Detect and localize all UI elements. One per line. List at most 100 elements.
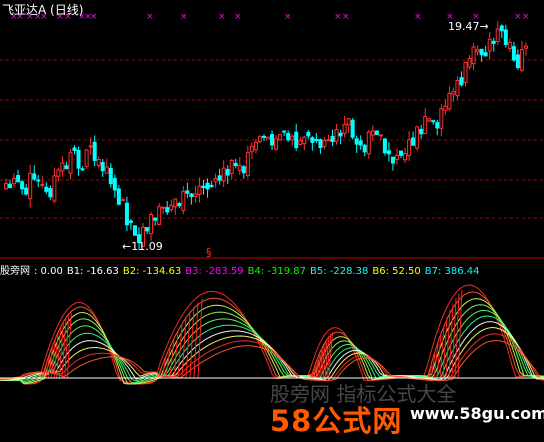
candle-body <box>12 177 17 185</box>
candle-body <box>523 45 528 49</box>
indicator-b6: B6: 52.50 <box>372 266 421 277</box>
candle-body <box>161 206 166 209</box>
candle-body <box>491 40 496 44</box>
signal-marker: × <box>90 12 98 22</box>
chart-canvas[interactable]: ×× × ×× × × ××× × × × × × × × × × × × × ←11.0919.47→§ <box>0 0 544 442</box>
candle-body <box>237 165 242 171</box>
candle-body <box>116 188 121 205</box>
window-title: 飞亚达A (日线) <box>2 3 84 17</box>
candle-body <box>124 202 129 226</box>
candle-body <box>253 141 258 151</box>
candle-body <box>8 183 13 189</box>
candle-body <box>386 150 391 155</box>
candle-body <box>459 77 464 86</box>
candle-body <box>128 220 133 223</box>
candle-body <box>108 168 113 185</box>
indicator-line <box>0 298 544 385</box>
candle-body <box>487 38 492 52</box>
candle-body <box>354 138 359 145</box>
candle-body <box>189 193 194 198</box>
candle-body <box>282 130 287 133</box>
candle-body <box>322 139 327 147</box>
candle-body <box>374 130 379 136</box>
candle-body <box>32 173 37 180</box>
candle-body <box>217 175 222 181</box>
candle-body <box>225 168 230 176</box>
candle-body <box>96 159 101 166</box>
signal-marker: × <box>334 12 342 22</box>
candle-body <box>366 131 371 155</box>
candle-body <box>261 135 266 138</box>
indicator-value0: : 0.00 <box>34 266 63 277</box>
candle-body <box>16 175 21 183</box>
candle-body <box>407 139 412 157</box>
candle-body <box>503 29 508 45</box>
candle-body <box>60 162 65 172</box>
candle-body <box>185 190 190 194</box>
signal-s-marker: § <box>206 246 212 259</box>
candle-body <box>439 108 444 129</box>
candle-body <box>447 92 452 110</box>
candle-body <box>48 188 53 198</box>
candle-body <box>56 169 61 177</box>
candle-body <box>233 163 238 167</box>
candle-body <box>411 137 416 146</box>
candle-body <box>479 48 484 56</box>
candle-body <box>495 28 500 42</box>
candle-body <box>64 165 69 170</box>
candle-body <box>68 152 73 174</box>
candle-body <box>153 217 158 221</box>
candle-body <box>443 105 448 111</box>
signal-marker: × <box>414 12 422 22</box>
high-price-label: 19.47→ <box>448 20 489 33</box>
candle-body <box>370 130 375 136</box>
signal-marker: × <box>218 12 226 22</box>
candle-body <box>84 149 89 167</box>
candle-body <box>80 168 85 171</box>
candle-body <box>165 207 170 213</box>
candle-body <box>519 49 524 71</box>
indicator-b4: B4: -319.87 <box>247 266 306 277</box>
candle-body <box>507 41 512 50</box>
candle-body <box>36 179 41 182</box>
candle-body <box>423 116 428 134</box>
candle-body <box>419 128 424 135</box>
signal-marker: × <box>146 12 154 22</box>
candle-body <box>306 131 311 137</box>
indicator-line <box>0 304 544 385</box>
candle-body <box>44 186 49 192</box>
candle-body <box>467 57 472 68</box>
candle-body <box>181 190 186 211</box>
candle-body <box>338 132 343 137</box>
signal-marker: × <box>180 12 188 22</box>
candle-body <box>201 185 206 188</box>
candle-body <box>205 182 210 190</box>
candle-body <box>415 126 420 149</box>
candle-body <box>4 183 8 190</box>
indicator-b3: B3: -283.59 <box>185 266 244 277</box>
candle-body <box>475 49 480 53</box>
candle-body <box>213 177 218 183</box>
candle-body <box>310 137 315 143</box>
candle-body <box>471 46 476 65</box>
candle-body <box>245 152 250 177</box>
candle-body <box>270 134 275 146</box>
signal-marker: × <box>342 12 350 22</box>
candle-body <box>314 138 319 142</box>
candle-body <box>435 122 440 129</box>
candle-body <box>173 198 178 208</box>
candle-body <box>28 172 33 200</box>
indicator-b2: B2: -134.63 <box>122 266 182 277</box>
watermark-url: www.58gu.com <box>410 404 544 423</box>
candle-body <box>350 119 355 138</box>
candle-body <box>24 187 29 195</box>
candle-body <box>120 199 125 202</box>
candle-body <box>177 203 182 207</box>
candle-body <box>483 52 488 57</box>
indicator-line <box>0 309 544 384</box>
indicator-name: 股旁网 <box>0 266 30 277</box>
candle-body <box>104 166 109 174</box>
candle-body <box>72 147 77 151</box>
indicator-b5: B5: -228.38 <box>309 266 369 277</box>
candle-body <box>257 135 262 143</box>
